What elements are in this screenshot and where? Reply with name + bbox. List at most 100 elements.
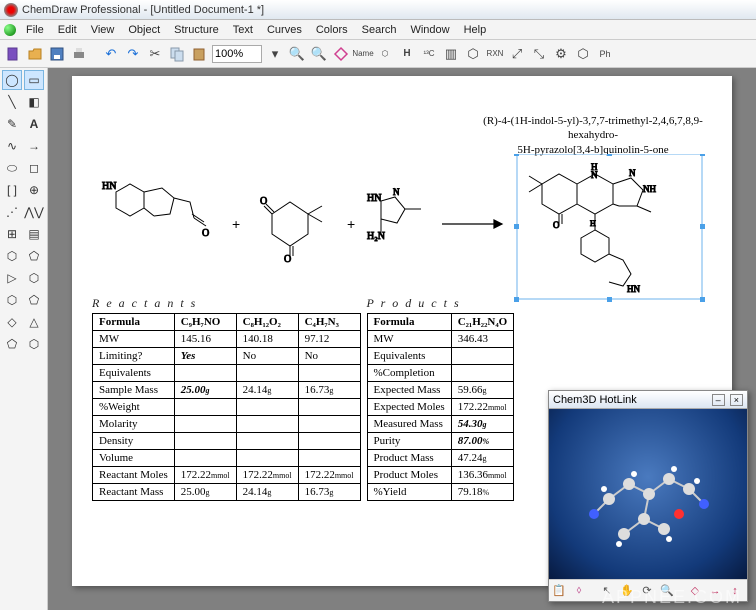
hl-move-icon[interactable]: ✋ [619, 583, 635, 599]
gear-icon[interactable]: ⚙ [552, 45, 570, 63]
redo-icon[interactable]: ↷ [124, 45, 142, 63]
hl-frame-icon[interactable]: ◇ [687, 583, 703, 599]
chem3d-hotlink-window[interactable]: Chem3D HotLink – × [548, 390, 748, 602]
cyclobutane-tool[interactable]: ◇ [2, 312, 22, 332]
c13-icon[interactable]: ¹³C [420, 45, 438, 63]
table-row[interactable]: Reactant Moles172.22mmol172.22mmol172.22… [93, 467, 361, 484]
table-row[interactable]: %Weight [93, 399, 361, 416]
minimize-icon[interactable]: – [712, 394, 725, 406]
cut-icon[interactable]: ✂ [146, 45, 164, 63]
dropdown-icon[interactable]: ▾ [266, 45, 284, 63]
hl-copy-icon[interactable]: 📋 [551, 583, 567, 599]
template2-tool[interactable]: ⬠ [24, 246, 44, 266]
table-row[interactable]: Density [93, 433, 361, 450]
copy-icon[interactable] [168, 45, 186, 63]
table-row[interactable]: %Yield79.18% [367, 484, 514, 501]
orbital-tool[interactable]: ⬭ [2, 158, 22, 178]
table-row[interactable]: Molarity [93, 416, 361, 433]
cyclopentane-tool[interactable]: ⬠ [24, 290, 44, 310]
table-row[interactable]: Volume [93, 450, 361, 467]
zoom-out-icon[interactable]: 🔍 [288, 45, 306, 63]
hl-rotate-icon[interactable]: ⟳ [639, 583, 655, 599]
cyclohexane-tool[interactable]: ⬡ [2, 290, 22, 310]
clean-icon[interactable]: ⬡ [464, 45, 482, 63]
name-tool-icon[interactable]: Name [354, 45, 372, 63]
table-row[interactable]: Purity87.00% [367, 433, 514, 450]
reactants-table[interactable]: FormulaC₉H₇NOC₈H₁₂O₂C₄H₇N₃ MW145.16140.1… [92, 313, 361, 501]
menu-object[interactable]: Object [122, 22, 166, 38]
chain-tool[interactable]: ⋀⋁ [24, 202, 44, 222]
template1-tool[interactable]: ⬡ [2, 246, 22, 266]
menu-edit[interactable]: Edit [52, 22, 83, 38]
table-row[interactable]: Expected Moles172.22mmol [367, 399, 514, 416]
save-icon[interactable] [48, 45, 66, 63]
menu-search[interactable]: Search [356, 22, 403, 38]
menu-window[interactable]: Window [404, 22, 455, 38]
table-row[interactable]: Product Moles136.36mmol [367, 467, 514, 484]
table-row[interactable]: %Completion [367, 365, 514, 382]
menu-colors[interactable]: Colors [310, 22, 354, 38]
chem3d-icon[interactable] [332, 45, 350, 63]
text-tool[interactable]: A [24, 114, 44, 134]
play-tool[interactable]: ▷ [2, 268, 22, 288]
lasso-tool[interactable]: ◯ [2, 70, 22, 90]
reaction-scheme[interactable]: HN O + O O [92, 154, 712, 304]
zoom-in-icon[interactable]: 🔍 [310, 45, 328, 63]
contract-icon[interactable]: ⤡ [530, 45, 548, 63]
table-row[interactable]: Equivalents [93, 365, 361, 382]
hotlink-titlebar[interactable]: Chem3D HotLink – × [549, 391, 747, 409]
table-row[interactable]: MW145.16140.1897.12 [93, 331, 361, 348]
paste-icon[interactable] [190, 45, 208, 63]
table-row[interactable]: Limiting?YesNoNo [93, 348, 361, 365]
hl-axis2-icon[interactable]: ↕ [727, 583, 743, 599]
table-row[interactable]: MW346.43 [367, 331, 514, 348]
table-tool[interactable]: ⊞ [2, 224, 22, 244]
expand-icon[interactable]: ⤢ [508, 45, 526, 63]
brackets-tool[interactable]: [ ] [2, 180, 22, 200]
analysis-icon[interactable]: ▥ [442, 45, 460, 63]
hl-link-icon[interactable]: ⬨ [571, 583, 587, 599]
ring2-tool[interactable]: ⬡ [24, 334, 44, 354]
menu-view[interactable]: View [85, 22, 121, 38]
table-row[interactable]: Measured Mass54.30g [367, 416, 514, 433]
cyclopropane-tool[interactable]: △ [24, 312, 44, 332]
zoom-combo[interactable] [212, 45, 262, 63]
menu-curves[interactable]: Curves [261, 22, 308, 38]
table-row[interactable]: Expected Mass59.66g [367, 382, 514, 399]
close-icon[interactable]: × [730, 394, 743, 406]
menu-help[interactable]: Help [458, 22, 493, 38]
ph-icon[interactable]: Ph [596, 45, 614, 63]
hl-axis1-icon[interactable]: ↔ [707, 583, 723, 599]
benzene-tool[interactable]: ⬡ [24, 268, 44, 288]
table-row[interactable]: Product Mass47.24g [367, 450, 514, 467]
tlc-tool[interactable]: ▤ [24, 224, 44, 244]
arrow-tool[interactable]: → [24, 136, 44, 156]
menu-text[interactable]: Text [227, 22, 259, 38]
chem-symbol-tool[interactable]: ⊕ [24, 180, 44, 200]
hotlink-3d-view[interactable] [549, 409, 747, 579]
rxn-icon[interactable]: RXN [486, 45, 504, 63]
new-doc-icon[interactable] [4, 45, 22, 63]
table-row[interactable]: Equivalents [367, 348, 514, 365]
open-icon[interactable] [26, 45, 44, 63]
hl-select-icon[interactable]: ↖ [599, 583, 615, 599]
curve-tool[interactable]: ∿ [2, 136, 22, 156]
undo-icon[interactable]: ↶ [102, 45, 120, 63]
products-table[interactable]: FormulaC₂₁H₂₂N₄O MW346.43Equivalents%Com… [367, 313, 515, 501]
bond-tool[interactable]: ⋰ [2, 202, 22, 222]
eraser-tool[interactable]: ◧ [24, 92, 44, 112]
table-row[interactable]: Sample Mass25.00g24.14g16.73g [93, 382, 361, 399]
menu-structure[interactable]: Structure [168, 22, 225, 38]
table-row[interactable]: Reactant Mass25.00g24.14g16.73g [93, 484, 361, 501]
shapes-tool[interactable]: ◻ [24, 158, 44, 178]
print-icon[interactable] [70, 45, 88, 63]
menu-file[interactable]: File [20, 22, 50, 38]
pen-tool[interactable]: ✎ [2, 114, 22, 134]
line-tool[interactable]: ╲ [2, 92, 22, 112]
props-icon[interactable]: ⬡ [574, 45, 592, 63]
h-atoms-icon[interactable]: H [398, 45, 416, 63]
hl-zoom-icon[interactable]: 🔍 [659, 583, 675, 599]
marquee-tool[interactable]: ▭ [24, 70, 44, 90]
ring-tool[interactable]: ⬠ [2, 334, 22, 354]
struct-name-icon[interactable]: ⬡ [376, 45, 394, 63]
